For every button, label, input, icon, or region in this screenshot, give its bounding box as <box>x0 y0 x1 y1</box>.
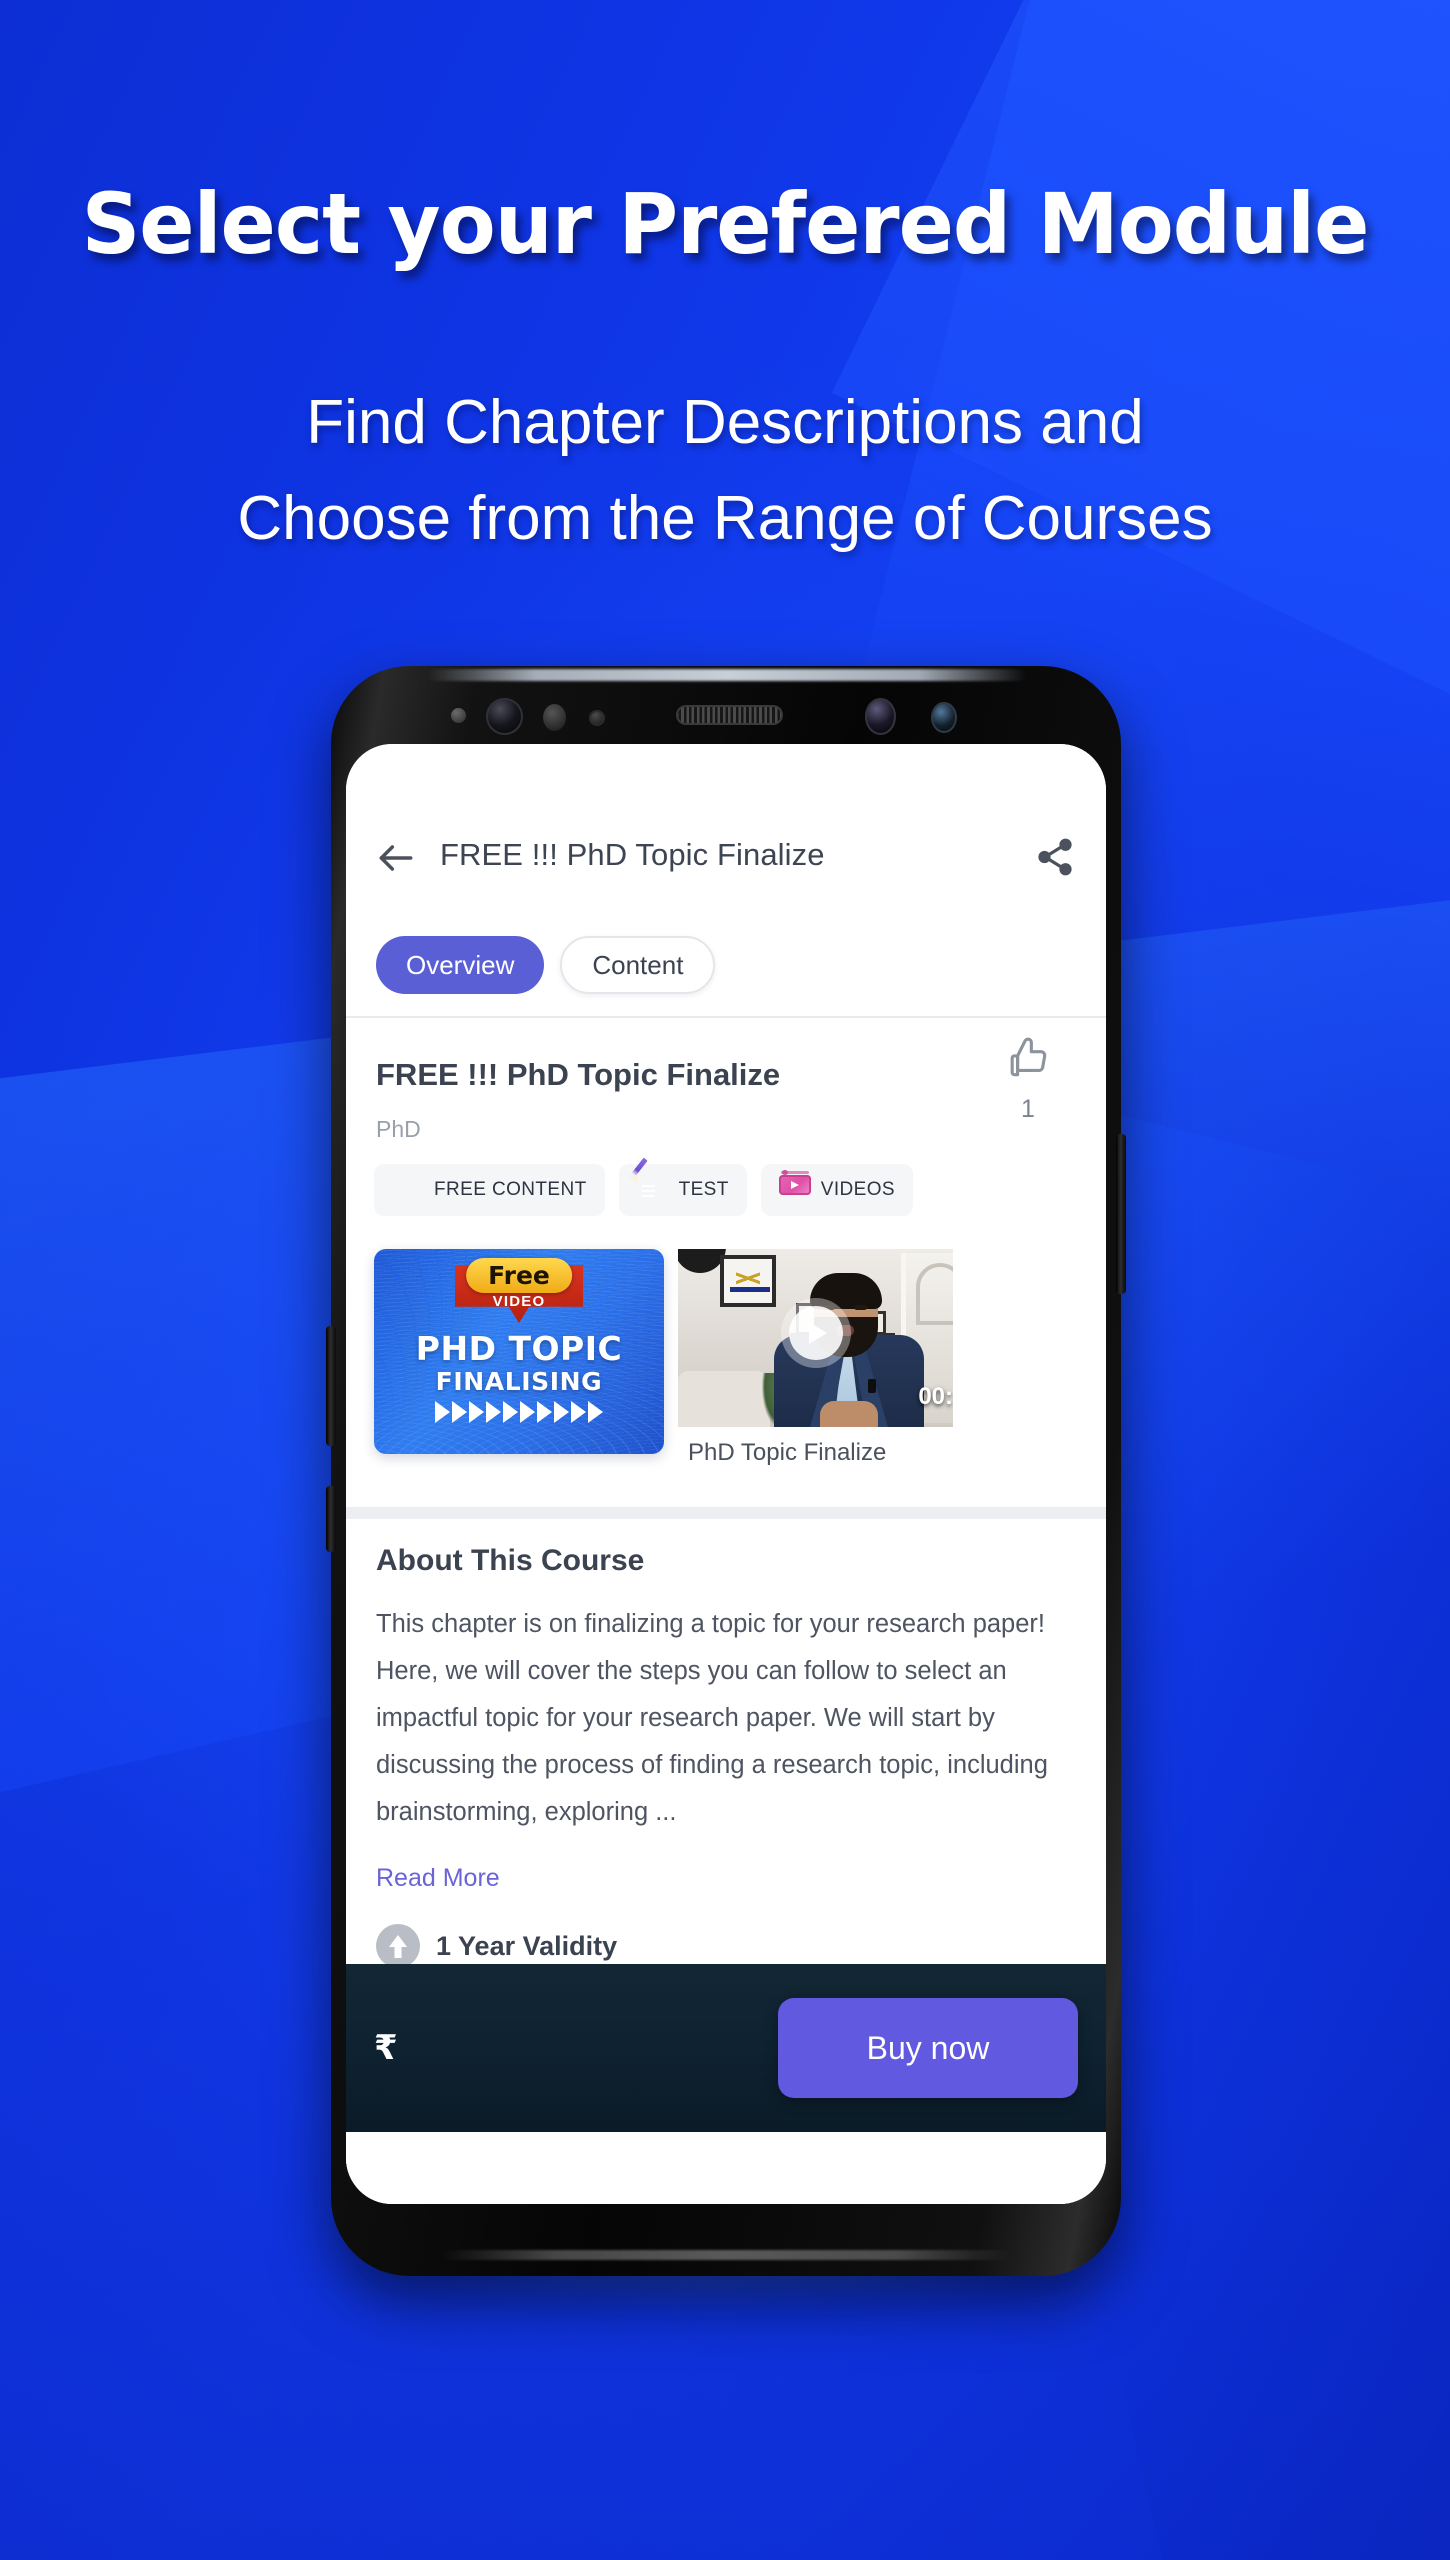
promo-screenshot: Select your Prefered Module Find Chapter… <box>0 0 1450 2560</box>
starburst-icon <box>392 1175 422 1205</box>
badge-chip-videos[interactable]: VIDEOS <box>760 1164 913 1216</box>
phone-screen: FREE !!! PhD Topic Finalize Overview Con… <box>346 744 1106 2204</box>
play-button-icon[interactable] <box>788 1305 843 1360</box>
tab-content[interactable]: Content <box>560 936 716 994</box>
iris-scanner-icon <box>865 698 896 735</box>
thumbnail-title-line2: FINALISING <box>435 1367 603 1396</box>
video-ribbon-label: VIDEO <box>492 1293 546 1310</box>
presenter-microphone <box>868 1379 876 1393</box>
tab-bar: Overview Content <box>346 914 1106 1018</box>
video-player-icon <box>778 1170 811 1205</box>
promo-headline: Select your Prefered Module <box>81 175 1370 273</box>
badge-chip-label: VIDEOS <box>820 1179 895 1200</box>
badge-chip-test[interactable]: TEST <box>618 1157 747 1216</box>
depth-sensor-icon <box>931 702 957 733</box>
badge-chip-label: FREE CONTENT <box>434 1179 587 1200</box>
phone-top-highlight <box>427 669 1027 681</box>
badge-chip-list: FREE CONTENT TEST VIDEOS <box>374 1157 913 1216</box>
media-carousel[interactable]: VIDEO Free PHD TOPIC FINALISING 00: PhD … <box>346 1249 1106 1484</box>
phone-mockup: FREE !!! PhD Topic Finalize Overview Con… <box>326 666 1126 2300</box>
badge-chip-free-content[interactable]: FREE CONTENT <box>374 1164 605 1216</box>
back-arrow-icon[interactable] <box>374 836 418 880</box>
validity-row: 1 Year Validity <box>376 1924 617 1968</box>
notification-led-icon <box>451 708 466 723</box>
phone-sensor-strip <box>331 692 1121 740</box>
screen-bottom-area <box>346 2132 1106 2204</box>
presenter-hair <box>810 1273 882 1309</box>
app-bar-title: FREE !!! PhD Topic Finalize <box>440 837 825 872</box>
like-control[interactable]: 1 <box>988 1034 1068 1124</box>
volume-button[interactable] <box>326 1326 336 1446</box>
app-content: FREE !!! PhD Topic Finalize Overview Con… <box>346 744 1106 2204</box>
light-sensor-icon <box>589 710 605 726</box>
phone-bottom-edge <box>441 2250 1011 2260</box>
buy-now-button[interactable]: Buy now <box>778 1998 1078 2098</box>
promo-subheadline-line1: Find Chapter Descriptions and <box>306 388 1144 457</box>
thumbnail-title-line1: PHD TOPIC <box>415 1329 623 1368</box>
video-preview-card[interactable]: 00: PhD Topic Finalize <box>678 1249 953 1484</box>
video-sofa <box>678 1371 770 1427</box>
chevron-arrows-icon <box>374 1401 664 1423</box>
video-thumbnail[interactable]: 00: <box>678 1249 953 1427</box>
section-divider <box>346 1507 1106 1519</box>
course-title: FREE !!! PhD Topic Finalize <box>376 1057 781 1092</box>
proximity-sensor-icon <box>543 704 566 731</box>
about-body-text: This chapter is on finalizing a topic fo… <box>376 1610 1048 1826</box>
promo-subheadline: Find Chapter Descriptions and Choose fro… <box>0 375 1450 567</box>
course-thumbnail-card[interactable]: VIDEO Free PHD TOPIC FINALISING <box>374 1249 664 1454</box>
share-icon[interactable] <box>1034 836 1076 878</box>
document-pen-icon <box>630 1157 667 1205</box>
price-currency-symbol: ₹ <box>374 2028 398 2068</box>
tab-overview[interactable]: Overview <box>376 936 545 994</box>
presenter-hands <box>820 1401 878 1427</box>
promo-subheadline-line2: Choose from the Range of Courses <box>237 484 1213 553</box>
front-camera-icon <box>486 698 523 735</box>
assistant-button[interactable] <box>326 1486 336 1552</box>
purchase-bar: ₹ Buy now <box>346 1964 1106 2132</box>
like-count: 1 <box>1021 1095 1035 1123</box>
free-badge: Free <box>466 1258 572 1293</box>
video-caption: PhD Topic Finalize <box>688 1439 887 1466</box>
thumbs-up-icon[interactable] <box>988 1034 1068 1089</box>
app-bar: FREE !!! PhD Topic Finalize <box>346 810 1106 906</box>
validity-label: 1 Year Validity <box>436 1930 618 1961</box>
video-duration: 00: <box>918 1383 953 1410</box>
validity-badge-icon <box>376 1924 420 1968</box>
power-button[interactable] <box>1116 1134 1126 1294</box>
about-heading: About This Course <box>376 1544 645 1577</box>
badge-chip-label: TEST <box>678 1179 729 1200</box>
video-wall-logo-frame <box>720 1255 776 1307</box>
presenter-eye-right <box>854 1305 867 1310</box>
read-more-link[interactable]: Read More <box>376 1864 500 1893</box>
course-subtitle: PhD <box>376 1116 421 1142</box>
earpiece-speaker-icon <box>676 705 783 725</box>
